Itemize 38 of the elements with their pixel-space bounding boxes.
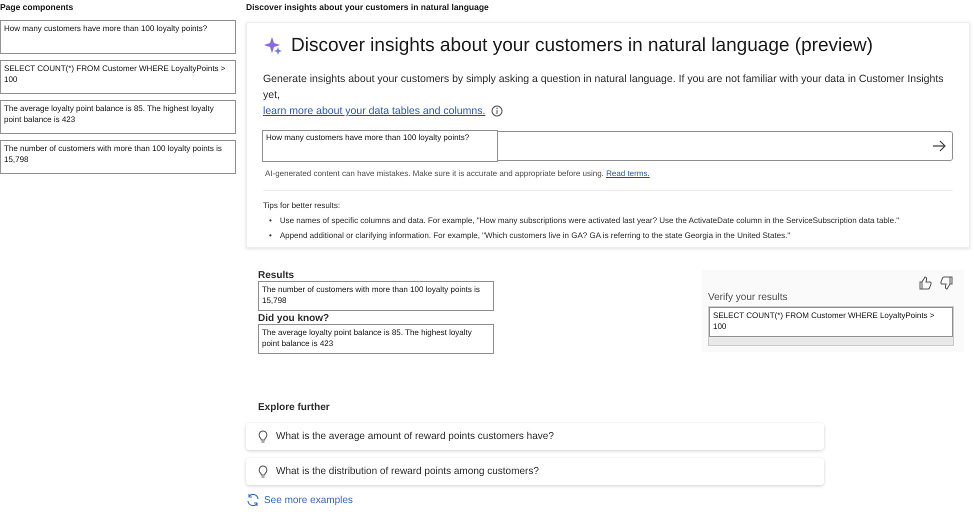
- page-title: Discover insights about your customers in natural language: [246, 1, 490, 14]
- read-terms-link[interactable]: Read terms.: [606, 169, 650, 178]
- answer-box[interactable]: The average loyalty point balance is 85. The highest loyalty point balance is 423: [258, 324, 494, 354]
- description-text: Generate insights about your customers by simply asking a question in natural language. If you are not familiar with your data in Customer Insights yet,: [263, 72, 945, 103]
- bullet: •: [269, 215, 272, 227]
- thumbs-up-icon[interactable]: [918, 276, 932, 290]
- lightbulb-icon: [258, 464, 268, 478]
- refresh-icon[interactable]: [246, 493, 260, 507]
- verify-label: Verify your results: [708, 292, 788, 303]
- learn-more-link[interactable]: learn more about your data tables and columns.: [263, 103, 486, 119]
- see-more-link[interactable]: See more examples: [264, 494, 353, 506]
- bullet: •: [269, 230, 272, 242]
- tip-text: Append additional or clarifying information. For example, "Which customers live in GA? GA is referring to the state Georgia in the United States.": [280, 230, 790, 242]
- tip-text: Use names of specific columns and data. For example, "How many subscriptions were activated last year? Use the ActivateDate column in the ServiceSubscription data table.": [280, 215, 900, 227]
- answer-option[interactable]: The average loyalty point balance is 85. The highest loyalty point balance is 423: [0, 100, 236, 134]
- info-icon: [491, 105, 504, 117]
- results-label: Results: [258, 270, 296, 281]
- suggestion-card[interactable]: What is the average amount of reward points customers have?: [246, 423, 824, 450]
- answer-option[interactable]: The number of customers with more than 100 loyalty points is 15,798: [0, 140, 236, 174]
- suggestion-text: What is the distribution of reward points among customers?: [276, 466, 539, 477]
- suggestion-text: What is the average amount of reward points customers have?: [276, 431, 554, 442]
- did-you-know-label: Did you know?: [258, 313, 330, 324]
- sparkle-icon: [263, 36, 283, 56]
- answer-option[interactable]: SELECT COUNT(*) FROM Customer WHERE LoyaltyPoints > 100: [0, 60, 236, 94]
- lightbulb-icon: [258, 430, 268, 444]
- answer-option[interactable]: How many customers have more than 100 loyalty points?: [0, 20, 236, 54]
- disclaimer-text: AI-generated content can have mistakes. Make sure it is accurate and appropriate before using. Read terms.: [265, 169, 651, 178]
- thumbs-down-icon[interactable]: [940, 276, 954, 290]
- query-input-field[interactable]: How many customers have more than 100 loyalty points?: [263, 131, 953, 161]
- suggestion-card[interactable]: What is the distribution of reward points among customers?: [246, 458, 824, 485]
- tips-title: Tips for better results:: [263, 201, 342, 210]
- card-title: Discover insights about your customers in natural language (preview): [291, 35, 873, 57]
- explore-title: Explore further: [257, 402, 331, 413]
- send-arrow-icon[interactable]: [932, 140, 946, 152]
- answer-box[interactable]: How many customers have more than 100 loyalty points?: [262, 130, 498, 162]
- answer-box[interactable]: The number of customers with more than 100 loyalty points is 15,798: [258, 281, 494, 311]
- panel-title: Page components: [0, 1, 74, 14]
- answer-box[interactable]: SELECT COUNT(*) FROM Customer WHERE LoyaltyPoints > 100: [709, 307, 953, 337]
